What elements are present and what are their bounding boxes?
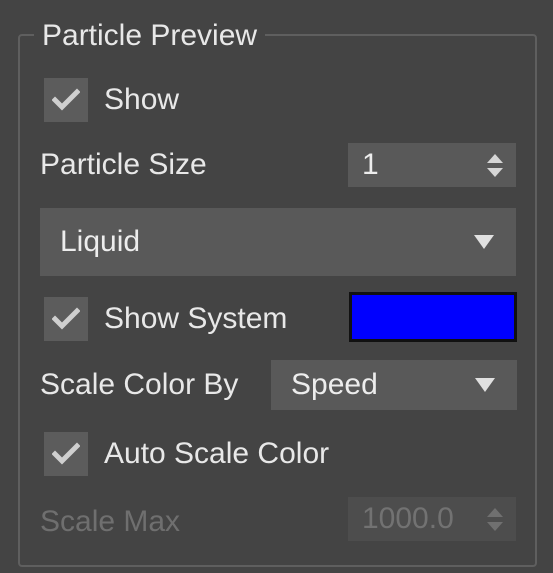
show-system-checkbox-row[interactable]: Show System xyxy=(44,297,287,341)
up-down-arrows-icon[interactable] xyxy=(480,153,510,178)
up-down-arrows-icon[interactable] xyxy=(480,507,510,532)
particle-preview-panel: Particle Preview Show Particle Size 1 Li… xyxy=(0,0,553,573)
show-checkbox[interactable] xyxy=(44,78,88,122)
auto-scale-color-checkbox[interactable] xyxy=(44,432,88,476)
show-system-checkbox[interactable] xyxy=(44,297,88,341)
particle-type-dropdown[interactable]: Liquid xyxy=(40,208,516,276)
spin-up-icon[interactable] xyxy=(486,153,504,163)
particle-size-value[interactable]: 1 xyxy=(348,148,480,182)
scale-max-label: Scale Max xyxy=(40,505,181,538)
show-label: Show xyxy=(104,83,180,116)
checkmark-icon xyxy=(52,442,80,465)
group-title: Particle Preview xyxy=(34,14,266,58)
particle-size-label: Particle Size xyxy=(40,148,207,181)
auto-scale-color-checkbox-row[interactable]: Auto Scale Color xyxy=(44,432,329,476)
checkmark-icon xyxy=(52,88,80,111)
auto-scale-color-label: Auto Scale Color xyxy=(104,437,330,470)
spin-up-icon[interactable] xyxy=(486,507,504,517)
show-system-label: Show System xyxy=(104,302,288,335)
scale-color-by-dropdown[interactable]: Speed xyxy=(271,360,517,410)
triangle-down-icon xyxy=(475,378,495,392)
triangle-down-icon xyxy=(474,235,494,249)
scale-color-by-selected: Speed xyxy=(291,368,378,401)
scale-max-value[interactable]: 1000.0 xyxy=(348,502,480,536)
scale-color-by-label: Scale Color By xyxy=(40,368,239,401)
particle-type-selected: Liquid xyxy=(60,225,141,258)
system-color-swatch[interactable] xyxy=(349,292,517,342)
show-checkbox-row[interactable]: Show xyxy=(44,78,179,122)
spin-down-icon[interactable] xyxy=(486,167,504,178)
spin-down-icon[interactable] xyxy=(486,521,504,532)
checkmark-icon xyxy=(52,307,80,330)
scale-max-spinner[interactable]: 1000.0 xyxy=(348,497,516,541)
particle-size-spinner[interactable]: 1 xyxy=(348,143,516,187)
